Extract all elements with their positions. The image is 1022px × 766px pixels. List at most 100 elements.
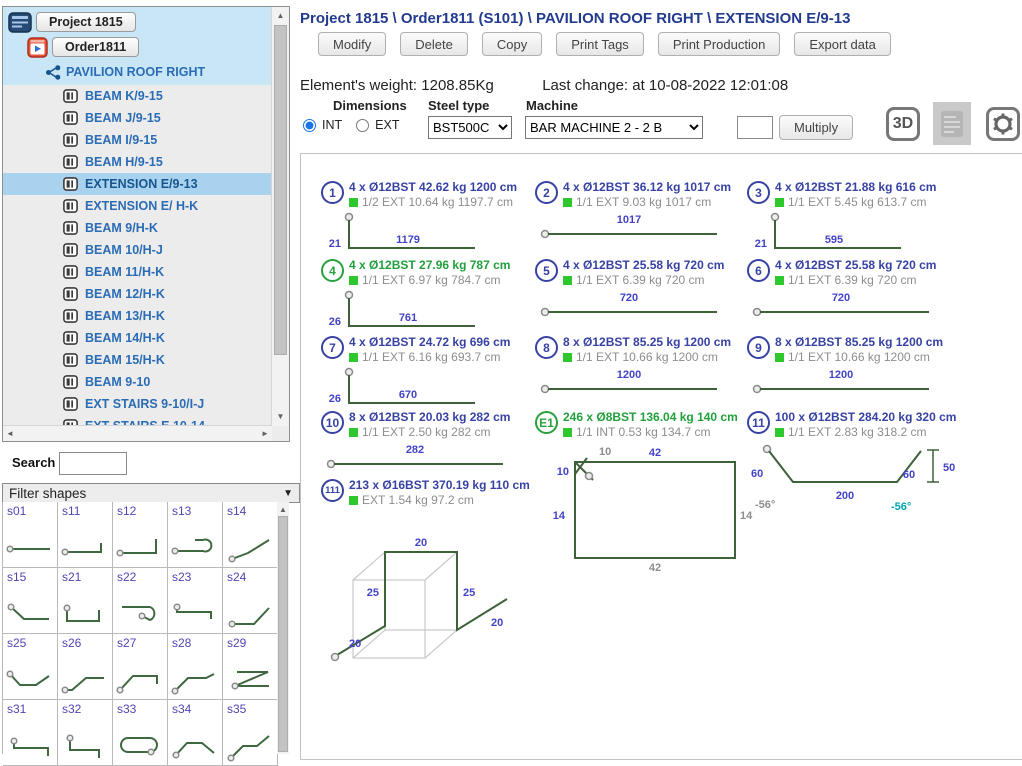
shape-thumb-s14[interactable]: s14 [223, 502, 278, 568]
bar-item-3[interactable]: 34 x Ø12BST 21.88 kg 616 cm1/1 EXT 5.45 … [747, 180, 962, 265]
scroll-down-icon[interactable]: ▼ [272, 410, 289, 424]
tree-horizontal-scrollbar[interactable]: ◄ ► [3, 425, 272, 441]
tree-item-beam-13-h-k[interactable]: BEAM 13/H-K [3, 305, 272, 327]
tree-item-ext-stairs-9-10-i-j[interactable]: EXT STAIRS 9-10/I-J [3, 393, 272, 415]
item-spec-line: 4 x Ø12BST 27.96 kg 787 cm [349, 258, 510, 273]
item-spec-line: 4 x Ø12BST 21.88 kg 616 cm [775, 180, 936, 195]
tree-item-beam-9-h-k[interactable]: BEAM 9/H-K [3, 217, 272, 239]
shape-thumb-s23[interactable]: s23 [168, 568, 223, 634]
item-number-badge: 3 [747, 181, 770, 204]
tree-item-beam-k-9-15[interactable]: BEAM K/9-15 [3, 85, 272, 107]
bar-item-11[interactable]: 11100 x Ø12BST 284.20 kg 320 cm1/1 EXT 2… [747, 410, 962, 519]
settings-button[interactable] [986, 107, 1020, 141]
shape-thumb-s31[interactable]: s31 [3, 700, 58, 766]
shape-thumb-s25[interactable]: s25 [3, 634, 58, 700]
tree-item-beam-j-9-15[interactable]: BEAM J/9-15 [3, 107, 272, 129]
bar-item-2[interactable]: 24 x Ø12BST 36.12 kg 1017 cm1/1 EXT 9.03… [535, 180, 750, 253]
bar-item-111[interactable]: 111213 x Ø16BST 370.19 kg 110 cmEXT 1.54… [321, 478, 536, 675]
shape-thumb-s26[interactable]: s26 [58, 634, 113, 700]
tree-item-beam-12-h-k[interactable]: BEAM 12/H-K [3, 283, 272, 305]
bar-item-e1[interactable]: E1246 x Ø8BST 136.04 kg 140 cm1/1 INT 0.… [535, 410, 750, 579]
export-data-button[interactable]: Export data [794, 32, 891, 56]
scroll-up-icon[interactable]: ▲ [272, 9, 289, 23]
shape-thumb-s13[interactable]: s13 [168, 502, 223, 568]
shape-thumb-s21[interactable]: s21 [58, 568, 113, 634]
print-production-button[interactable]: Print Production [658, 32, 781, 56]
svg-text:14: 14 [553, 510, 566, 522]
machine-label: Machine [526, 98, 578, 113]
shape-thumb-s35[interactable]: s35 [223, 700, 278, 766]
bar-item-1[interactable]: 14 x Ø12BST 42.62 kg 1200 cm1/2 EXT 10.6… [321, 180, 536, 265]
dimensions-label: Dimensions [333, 98, 407, 113]
shapes-vscroll-thumb[interactable] [278, 516, 288, 752]
project-button[interactable]: Project 1815 [36, 12, 136, 32]
tree-item-beam-11-h-k[interactable]: BEAM 11/H-K [3, 261, 272, 283]
tree-node-order[interactable]: Order1811 [3, 36, 272, 58]
shape-thumb-s27[interactable]: s27 [113, 634, 168, 700]
steel-type-select[interactable]: BST500C [428, 116, 512, 139]
shape-thumb-s33[interactable]: s33 [113, 700, 168, 766]
bar-shape-icon [114, 731, 166, 763]
multiply-input[interactable] [737, 116, 773, 139]
bar-shape-icon [114, 599, 166, 631]
tree-vertical-scrollbar[interactable]: ▲ ▼ [271, 7, 289, 426]
tree-node-project[interactable]: Project 1815 [3, 11, 272, 33]
shape-thumb-s22[interactable]: s22 [113, 568, 168, 634]
bar-item-7[interactable]: 74 x Ø12BST 24.72 kg 696 cm1/1 EXT 6.16 … [321, 335, 536, 420]
copy-button[interactable]: Copy [482, 32, 542, 56]
machine-select[interactable]: BAR MACHINE 2 - 2 B [525, 116, 703, 139]
shape-thumb-s24[interactable]: s24 [223, 568, 278, 634]
ext-radio[interactable] [356, 119, 369, 132]
filter-shapes-dropdown[interactable]: Filter shapes ▼ [2, 483, 300, 503]
scroll-left-icon[interactable]: ◄ [3, 427, 17, 441]
tree-item-extension-e-9-13[interactable]: EXTENSION E/9-13 [3, 173, 272, 195]
bar-item-6[interactable]: 64 x Ø12BST 25.58 kg 720 cm1/1 EXT 6.39 … [747, 258, 962, 331]
bar-item-4[interactable]: 44 x Ø12BST 27.96 kg 787 cm1/1 EXT 6.97 … [321, 258, 536, 343]
order-button[interactable]: Order1811 [52, 37, 139, 57]
shape-thumb-s34[interactable]: s34 [168, 700, 223, 766]
bar-shape-icon [224, 665, 276, 697]
ext-radio-label: EXT [375, 118, 399, 132]
item-detail-line: 1/1 EXT 6.39 kg 720 cm [576, 273, 705, 288]
bar-item-8[interactable]: 88 x Ø12BST 85.25 kg 1200 cm1/1 EXT 10.6… [535, 335, 750, 408]
scroll-right-icon[interactable]: ► [258, 427, 272, 441]
bar-items-area: 14 x Ø12BST 42.62 kg 1200 cm1/2 EXT 10.6… [300, 153, 1022, 760]
search-input[interactable] [59, 452, 127, 475]
shape-thumb-s28[interactable]: s28 [168, 634, 223, 700]
print-tags-button[interactable]: Print Tags [556, 32, 644, 56]
green-square-icon [775, 353, 784, 362]
bar-item-9[interactable]: 98 x Ø12BST 85.25 kg 1200 cm1/1 EXT 10.6… [747, 335, 962, 408]
tree-vscroll-thumb[interactable] [274, 25, 287, 355]
shape-thumb-s01[interactable]: s01 [3, 502, 58, 568]
green-square-icon [349, 276, 358, 285]
shape-code-label: s21 [62, 570, 81, 584]
item-number-badge: 8 [535, 336, 558, 359]
scroll-up-icon[interactable]: ▲ [277, 503, 289, 517]
multiply-button[interactable]: Multiply [779, 115, 853, 140]
bar-shape-icon [224, 533, 276, 565]
tree-item-beam-i-9-15[interactable]: BEAM I/9-15 [3, 129, 272, 151]
tree-item-beam-14-h-k[interactable]: BEAM 14/H-K [3, 327, 272, 349]
beam-icon [63, 133, 78, 147]
shape-thumb-s32[interactable]: s32 [58, 700, 113, 766]
int-radio[interactable] [303, 119, 316, 132]
bar-shape-drawing: 2025202520 [323, 508, 536, 675]
tree-item-beam-10-h-j[interactable]: BEAM 10/H-J [3, 239, 272, 261]
item-spec-line: 4 x Ø12BST 25.58 kg 720 cm [775, 258, 936, 273]
shapes-vertical-scrollbar[interactable]: ▲ [277, 502, 289, 754]
shape-thumb-s11[interactable]: s11 [58, 502, 113, 568]
bar-item-5[interactable]: 54 x Ø12BST 25.58 kg 720 cm1/1 EXT 6.39 … [535, 258, 750, 331]
tree-node-group[interactable]: PAVILION ROOF RIGHT [3, 61, 272, 83]
tree-item-beam-9-10[interactable]: BEAM 9-10 [3, 371, 272, 393]
tree-item-beam-h-9-15[interactable]: BEAM H/9-15 [3, 151, 272, 173]
item-spec-line: 4 x Ø12BST 36.12 kg 1017 cm [563, 180, 731, 195]
shape-thumb-s29[interactable]: s29 [223, 634, 278, 700]
view-3d-button[interactable]: 3D [886, 107, 920, 141]
shape-thumb-s12[interactable]: s12 [113, 502, 168, 568]
tree-item-extension-e-h-k[interactable]: EXTENSION E/ H-K [3, 195, 272, 217]
modify-button[interactable]: Modify [318, 32, 386, 56]
bar-item-10[interactable]: 108 x Ø12BST 20.03 kg 282 cm1/1 EXT 2.50… [321, 410, 536, 483]
tree-item-beam-15-h-k[interactable]: BEAM 15/H-K [3, 349, 272, 371]
shape-thumb-s15[interactable]: s15 [3, 568, 58, 634]
delete-button[interactable]: Delete [400, 32, 468, 56]
